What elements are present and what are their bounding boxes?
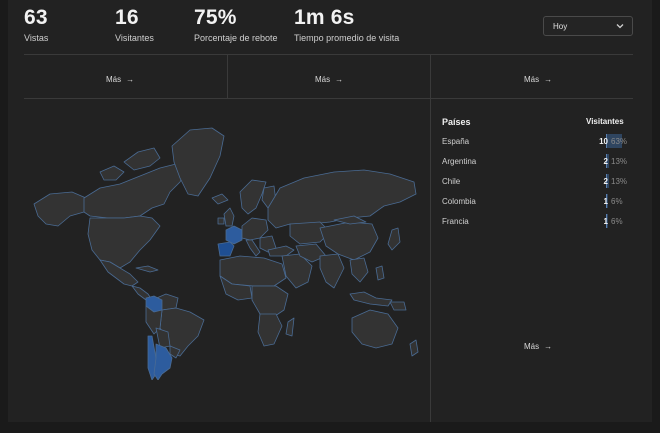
map-region-philippines <box>375 265 385 281</box>
chevron-down-icon <box>616 24 624 29</box>
analytics-panel: 63 Vistas 16 Visitantes 75% Porcentaje d… <box>8 0 652 422</box>
more-link[interactable]: Más → <box>524 342 552 351</box>
map-region-canada-islands <box>99 165 125 181</box>
more-link[interactable]: Más → <box>315 75 343 84</box>
map-region-iceland <box>211 193 229 205</box>
visitor-count: 1 <box>603 217 608 226</box>
list-item[interactable]: Argentina 2 13% <box>442 154 642 168</box>
map-region-southern-africa <box>257 313 283 347</box>
visitor-percent: 13% <box>611 157 628 166</box>
visitor-percent: 6% <box>611 197 623 206</box>
map-region-central-africa <box>251 285 289 319</box>
map-region-italy <box>245 239 261 257</box>
stat-avg-visit-time: 1m 6s Tiempo promedio de visita <box>294 6 399 43</box>
map-region-france <box>225 225 243 245</box>
map-region-australia <box>351 309 399 349</box>
country-name: Chile <box>442 177 461 186</box>
map-region-madagascar <box>285 317 295 337</box>
arrow-right-icon: → <box>126 75 135 84</box>
stat-label: Tiempo promedio de visita <box>294 33 400 43</box>
countries-title: Países <box>442 117 471 127</box>
stat-visitors: 16 Visitantes <box>115 6 154 43</box>
divider <box>24 98 633 99</box>
more-link[interactable]: Más → <box>524 75 552 84</box>
stat-value: 1m 6s <box>294 6 355 29</box>
visitor-count: 10 <box>599 137 608 146</box>
map-region-canada <box>83 163 187 219</box>
visitor-percent: 6% <box>611 217 623 226</box>
map-region-alaska <box>33 191 87 227</box>
visitor-percent: 13% <box>611 177 628 186</box>
map-region-uk <box>223 207 235 227</box>
country-name: Francia <box>442 217 469 226</box>
list-item[interactable]: Francia 1 6% <box>442 214 642 228</box>
map-region-central-europe <box>241 217 269 241</box>
countries-column-header: Visitantes <box>586 117 624 126</box>
arrow-right-icon: → <box>544 75 553 84</box>
arrow-right-icon: → <box>544 342 553 351</box>
stat-label: Visitantes <box>115 33 154 43</box>
map-region-indonesia <box>349 291 393 307</box>
list-item[interactable]: Colombia 1 6% <box>442 194 642 208</box>
arrow-right-icon: → <box>335 75 344 84</box>
map-region-india <box>319 253 345 289</box>
period-select[interactable]: Hoy <box>543 16 633 36</box>
map-region-greenland <box>171 127 225 197</box>
visitor-count: 2 <box>603 157 608 166</box>
stat-value: 16 <box>115 6 139 29</box>
divider <box>227 55 228 98</box>
map-region-canada-islands <box>123 147 161 171</box>
visitor-percent: 63% <box>611 137 628 146</box>
world-map[interactable] <box>20 122 420 380</box>
map-region-spain <box>217 241 235 257</box>
divider <box>430 55 431 422</box>
more-link-label: Más <box>106 75 122 84</box>
map-region-caribbean <box>135 265 159 273</box>
stat-bounce-rate: 75% Porcentaje de rebote <box>194 6 278 43</box>
country-name: España <box>442 137 470 146</box>
stat-value: 63 <box>24 6 48 29</box>
map-region-north-africa <box>219 255 287 287</box>
map-region-usa <box>87 215 161 269</box>
visitor-count: 1 <box>603 197 608 206</box>
country-name: Colombia <box>442 197 476 206</box>
map-region-papua <box>389 301 407 311</box>
more-link-label: Más <box>524 75 540 84</box>
more-link[interactable]: Más → <box>106 75 134 84</box>
more-link-label: Más <box>524 342 540 351</box>
list-item[interactable]: Chile 2 13% <box>442 174 642 188</box>
stat-label: Vistas <box>24 33 49 43</box>
stat-views: 63 Vistas <box>24 6 48 43</box>
map-region-japan <box>387 227 401 251</box>
map-region-china <box>319 221 379 261</box>
stat-label: Porcentaje de rebote <box>194 33 278 43</box>
country-name: Argentina <box>442 157 477 166</box>
divider <box>24 54 633 55</box>
more-link-label: Más <box>315 75 331 84</box>
visitor-count: 2 <box>603 177 608 186</box>
map-region-new-zealand <box>409 339 419 357</box>
stat-value: 75% <box>194 6 237 29</box>
map-region-ireland <box>217 217 225 225</box>
map-region-se-asia <box>349 257 369 283</box>
list-item[interactable]: España 10 63% <box>442 134 642 148</box>
map-region-argentina <box>153 343 173 380</box>
period-select-value: Hoy <box>553 22 568 31</box>
